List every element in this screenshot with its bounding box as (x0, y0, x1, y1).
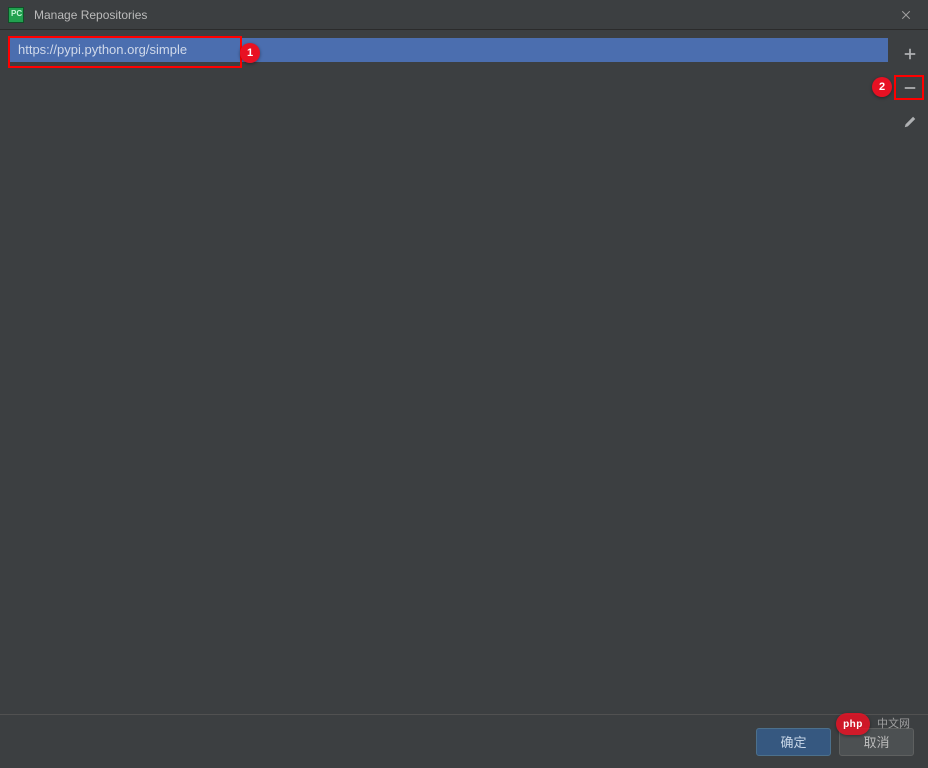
app-icon (8, 7, 24, 23)
titlebar: Manage Repositories (0, 0, 928, 30)
watermark-text: 中文网 (877, 715, 910, 731)
close-button[interactable] (892, 1, 920, 29)
repository-list[interactable]: https://pypi.python.org/simple (0, 30, 892, 714)
watermark-badge: php (836, 713, 870, 735)
pencil-icon (903, 115, 917, 129)
repository-item[interactable]: https://pypi.python.org/simple (8, 38, 888, 62)
button-bar: 确定 取消 (0, 714, 928, 768)
remove-button[interactable] (898, 76, 922, 100)
ok-button[interactable]: 确定 (756, 728, 831, 756)
minus-icon (903, 81, 917, 95)
plus-icon (903, 47, 917, 61)
close-icon (900, 9, 912, 21)
annotation-badge-2: 2 (872, 77, 892, 97)
add-button[interactable] (898, 42, 922, 66)
annotation-badge-1: 1 (240, 43, 260, 63)
edit-button[interactable] (898, 110, 922, 134)
content-area: https://pypi.python.org/simple (0, 30, 928, 714)
window-title: Manage Repositories (34, 8, 892, 22)
side-toolbar (892, 30, 928, 714)
